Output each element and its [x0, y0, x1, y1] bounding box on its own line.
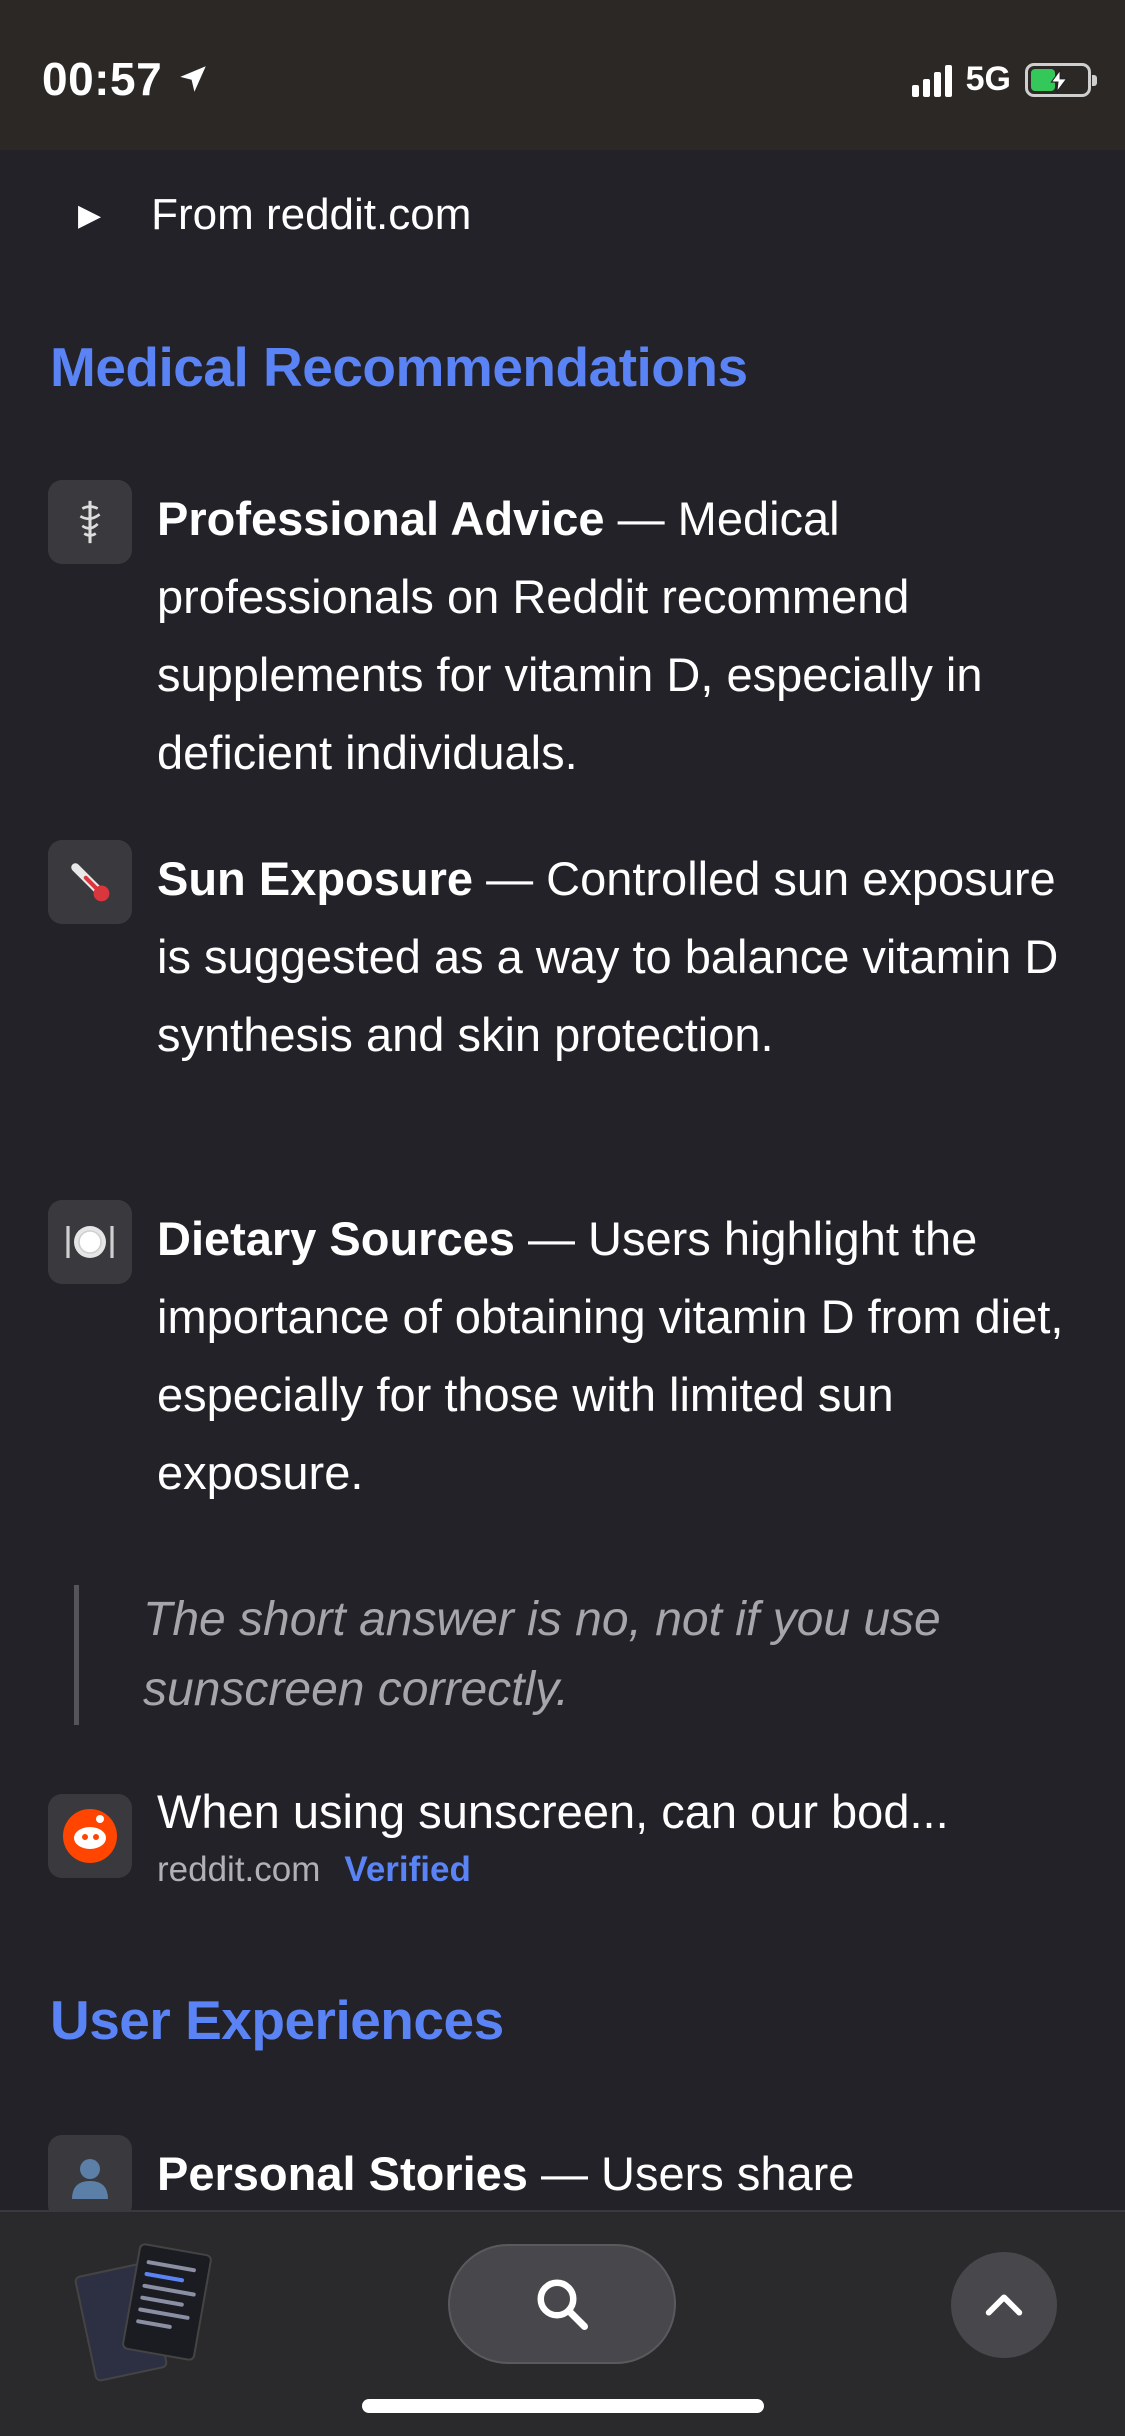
- verified-badge: Verified: [344, 1850, 471, 1889]
- list-item-body: — Users share: [527, 2147, 855, 2200]
- person-icon: [48, 2135, 132, 2210]
- status-bar: 00:57 5G: [0, 0, 1125, 150]
- network-label: 5G: [965, 60, 1011, 98]
- chevron-up-icon: [985, 2294, 1023, 2316]
- section-heading-user-experiences: User Experiences: [50, 1989, 504, 2051]
- list-item: Dietary Sources — Users highlight the im…: [48, 1200, 1088, 1512]
- cellular-signal-icon: [911, 63, 952, 97]
- list-item-title: Dietary Sources: [157, 1212, 515, 1265]
- battery-charging-icon: [1025, 62, 1097, 97]
- location-arrow-icon: [180, 66, 206, 92]
- plate-icon: [48, 1200, 132, 1284]
- list-item: Sun Exposure — Controlled sun exposure i…: [48, 840, 1088, 1074]
- thermometer-icon: [48, 840, 132, 924]
- disclosure-triangle-icon: ▶: [78, 198, 102, 232]
- scroll-to-top-button[interactable]: [951, 2252, 1057, 2358]
- home-indicator[interactable]: [362, 2399, 764, 2413]
- list-item-text: Professional Advice — Medical profession…: [157, 480, 1088, 792]
- list-item-title: Sun Exposure: [157, 852, 474, 905]
- status-indicators: 5G: [911, 60, 1097, 99]
- list-item-text: Personal Stories — Users share: [157, 2135, 1088, 2210]
- list-item-title: Professional Advice: [157, 492, 605, 545]
- list-item: Personal Stories — Users share: [48, 2135, 1088, 2210]
- reddit-logo-icon: [48, 1794, 132, 1878]
- search-button[interactable]: [448, 2244, 676, 2364]
- source-disclosure[interactable]: ▶ From reddit.com: [78, 190, 471, 240]
- list-item-text: Dietary Sources — Users highlight the im…: [157, 1200, 1088, 1512]
- link-card-title[interactable]: When using sunscreen, can our bod...: [157, 1784, 1057, 1839]
- screen: 00:57 5G ▶ From reddit.com Medical Recom…: [0, 0, 1125, 2436]
- caduceus-icon: [48, 480, 132, 564]
- list-item: Professional Advice — Medical profession…: [48, 480, 1088, 792]
- search-icon: [537, 2279, 588, 2330]
- source-label: From reddit.com: [151, 190, 472, 239]
- list-item-text: Sun Exposure — Controlled sun exposure i…: [157, 840, 1088, 1074]
- blockquote: The short answer is no, not if you use s…: [74, 1585, 1054, 1725]
- list-item-title: Personal Stories: [157, 2147, 528, 2200]
- status-time-group: 00:57: [42, 52, 210, 106]
- link-card-meta: reddit.com Verified: [157, 1850, 471, 1890]
- link-card-domain: reddit.com: [157, 1850, 321, 1889]
- tabs-thumbnail-icon[interactable]: [73, 2242, 216, 2383]
- answer-content: ▶ From reddit.com Medical Recommendation…: [0, 150, 1125, 2210]
- section-heading-medical: Medical Recommendations: [50, 336, 748, 398]
- source-link-card[interactable]: When using sunscreen, can our bod... red…: [48, 1785, 1088, 1889]
- status-time: 00:57: [42, 53, 163, 105]
